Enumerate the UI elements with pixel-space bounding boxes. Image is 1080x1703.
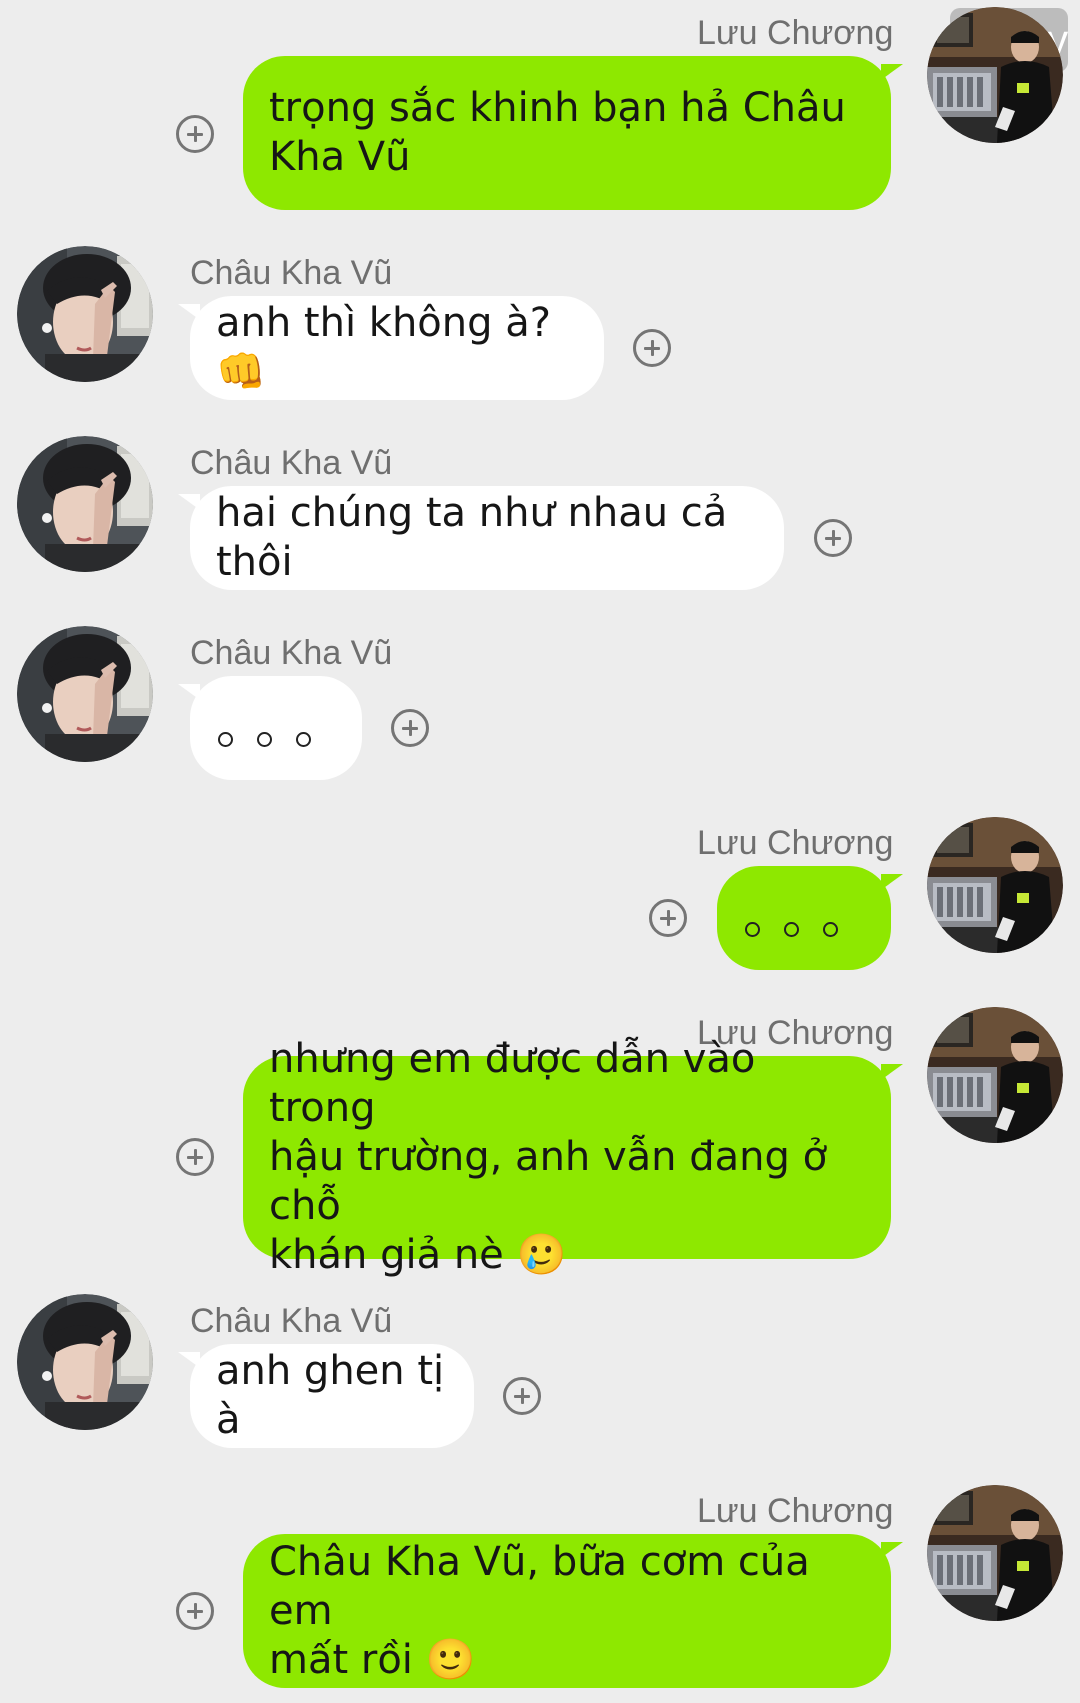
sender-name: Châu Kha Vũ — [190, 254, 393, 292]
sender-name: Lưu Chương — [697, 14, 894, 52]
sender-name: Châu Kha Vũ — [190, 444, 393, 482]
avatar[interactable] — [17, 626, 153, 762]
avatar[interactable] — [927, 1485, 1063, 1621]
message-bubble[interactable]: Châu Kha Vũ, bữa cơm của em mất rồi 🙂 — [243, 1534, 903, 1688]
plus-circle-icon[interactable] — [176, 115, 214, 153]
message-bubble[interactable]: trọng sắc khinh bạn hả Châu Kha Vũ — [243, 56, 903, 210]
plus-circle-icon[interactable] — [814, 519, 852, 557]
ellipsis-dots — [745, 921, 838, 937]
message-text: nhưng em được dẫn vào trong hậu trường, … — [269, 1036, 828, 1278]
plus-circle-icon[interactable] — [633, 329, 671, 367]
message-bubble[interactable] — [717, 866, 903, 970]
sender-name: Châu Kha Vũ — [190, 634, 393, 672]
ellipsis-dots — [218, 731, 311, 747]
sender-name: Lưu Chương — [697, 1492, 894, 1530]
message-text: hai chúng ta như nhau cả thôi — [216, 490, 741, 585]
plus-circle-icon[interactable] — [176, 1592, 214, 1630]
avatar[interactable] — [927, 7, 1063, 143]
message-bubble[interactable]: anh ghen tị à — [178, 1344, 474, 1448]
plus-circle-icon[interactable] — [391, 709, 429, 747]
sender-name: Châu Kha Vũ — [190, 1302, 393, 1340]
avatar[interactable] — [17, 436, 153, 572]
message-bubble[interactable] — [178, 676, 362, 780]
message-text: anh ghen tị à — [216, 1348, 457, 1443]
avatar[interactable] — [927, 817, 1063, 953]
message-bubble[interactable]: hai chúng ta như nhau cả thôi — [178, 486, 784, 590]
avatar[interactable] — [17, 1294, 153, 1430]
avatar[interactable] — [17, 246, 153, 382]
plus-circle-icon[interactable] — [649, 899, 687, 937]
message-bubble[interactable]: anh thì không à? 👊 — [178, 296, 604, 400]
message-text: trọng sắc khinh bạn hả Châu Kha Vũ — [269, 85, 846, 180]
message-bubble[interactable]: nhưng em được dẫn vào trong hậu trường, … — [243, 1036, 903, 1278]
plus-circle-icon[interactable] — [176, 1138, 214, 1176]
message-text: Châu Kha Vũ, bữa cơm của em mất rồi 🙂 — [269, 1538, 810, 1683]
avatar[interactable] — [927, 1007, 1063, 1143]
sender-name: Lưu Chương — [697, 824, 894, 862]
plus-circle-icon[interactable] — [503, 1377, 541, 1415]
message-text: anh thì không à? 👊 — [216, 300, 564, 395]
